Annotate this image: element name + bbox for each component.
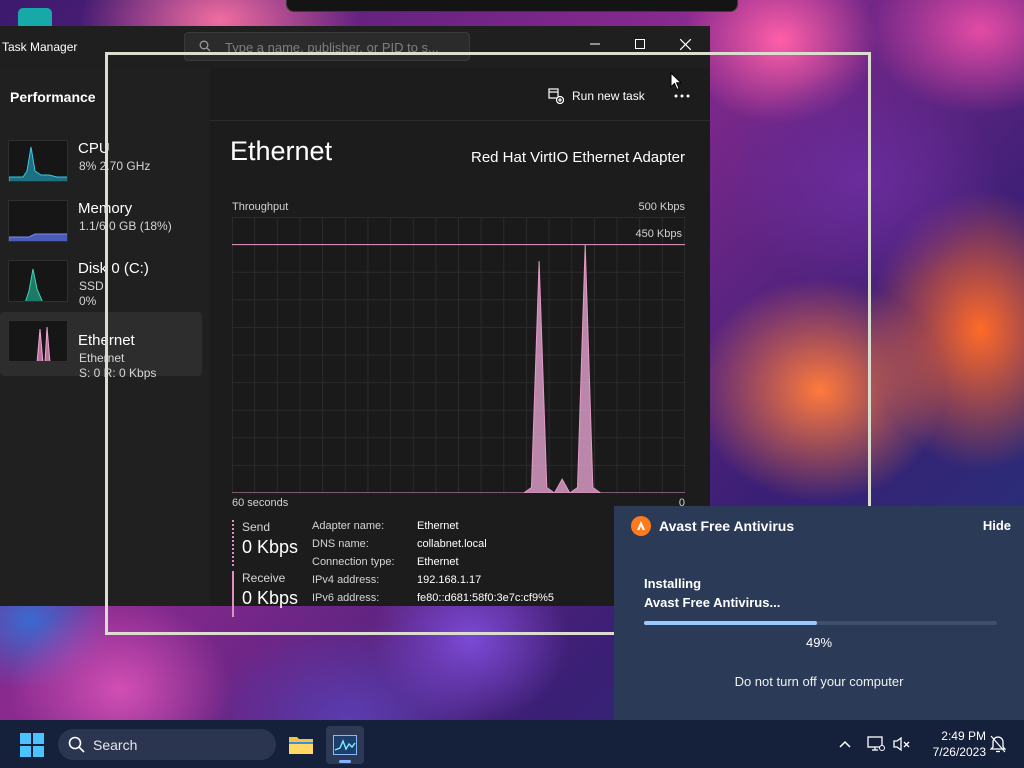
sidebar-item-label: Ethernet [78, 332, 135, 349]
close-button[interactable] [662, 30, 708, 58]
info-value: Ethernet [417, 520, 459, 532]
minimize-icon [590, 43, 600, 45]
task-manager-window: Task Manager Performance CPU 8% 2.70 GHz [0, 26, 710, 617]
taskbar: Search 2:49 PM 7/26/2023 [0, 720, 1024, 768]
ethernet-thumbnail [8, 320, 68, 362]
throughput-graph [232, 217, 685, 493]
info-value: 192.168.1.17 [417, 574, 482, 586]
install-status-line1: Installing [644, 576, 702, 591]
volume-muted-icon [893, 736, 910, 752]
task-manager-taskbar-button[interactable] [326, 726, 364, 764]
receive-label: Receive [242, 571, 286, 585]
show-hidden-icons-button[interactable] [835, 734, 855, 754]
send-value: 0 Kbps [242, 537, 299, 557]
sidebar-item-detail: 1.1/6.0 GB (18%) [79, 219, 172, 233]
info-value: fe80::d681:58f0:3e7c:cf9%5 [417, 592, 554, 604]
hide-button[interactable]: Hide [983, 518, 1011, 533]
install-status-line2: Avast Free Antivirus... [644, 595, 781, 610]
sidebar-item-detail-2: S: 0 R: 0 Kbps [79, 366, 157, 380]
line-label: 450 Kbps [635, 228, 682, 240]
time-span-label: 60 seconds [232, 497, 289, 509]
start-button[interactable] [20, 733, 44, 757]
maximize-icon [635, 39, 645, 49]
disk-thumbnail [8, 260, 68, 302]
install-progress-fill [644, 621, 817, 625]
run-new-task-label: Run new task [572, 89, 645, 103]
search-icon [199, 40, 211, 52]
active-app-indicator [339, 760, 351, 763]
sidebar-heading: Performance [10, 89, 96, 105]
chevron-up-icon [839, 740, 851, 748]
windows-logo-icon [20, 733, 44, 757]
taskbar-search-label: Search [93, 737, 138, 753]
info-value: collabnet.local [417, 538, 487, 550]
performance-sidebar: Performance CPU 8% 2.70 GHz Memory 1.1/6… [0, 68, 210, 606]
network-status-button[interactable] [866, 734, 886, 754]
max-label: 500 Kbps [638, 201, 685, 213]
network-icon [867, 736, 885, 751]
sidebar-item-detail: Ethernet [79, 351, 125, 365]
more-icon [674, 94, 690, 98]
sidebar-item-detail: SSD [79, 279, 104, 293]
sidebar-item-detail: 8% 2.70 GHz [79, 159, 151, 173]
window-title: Task Manager [2, 40, 78, 54]
memory-thumbnail [8, 200, 68, 242]
info-key: Connection type: [312, 556, 395, 568]
taskbar-clock[interactable]: 2:49 PM 7/26/2023 [912, 728, 986, 760]
mouse-cursor-icon [670, 72, 682, 91]
sidebar-item-detail-2: 0% [79, 294, 97, 308]
file-explorer-button[interactable] [282, 726, 320, 764]
receive-stat: Receive 0 Kbps [232, 571, 312, 617]
install-warning: Do not turn off your computer [734, 674, 904, 689]
volume-button[interactable] [892, 734, 912, 754]
info-key: DNS name: [312, 538, 369, 550]
search-box[interactable] [184, 32, 470, 61]
run-new-task-button[interactable]: Run new task [548, 86, 645, 106]
clock-time: 2:49 PM [941, 729, 986, 743]
minimize-button[interactable] [572, 30, 618, 58]
sidebar-item-label: Disk 0 (C:) [78, 260, 149, 277]
notification-header: Avast Free Antivirus [631, 516, 794, 536]
run-task-icon [548, 88, 564, 104]
install-progress-bar [644, 621, 997, 625]
task-manager-icon [333, 735, 357, 755]
avast-install-notification: Avast Free Antivirus Hide Installing Ava… [614, 506, 1024, 720]
install-status: Installing Avast Free Antivirus... [644, 574, 780, 612]
folder-icon [289, 737, 313, 754]
adapter-name: Red Hat VirtIO Ethernet Adapter [470, 149, 685, 166]
receive-value: 0 Kbps [242, 588, 299, 608]
sidebar-item-disk[interactable]: Disk 0 (C:) SSD 0% [0, 252, 202, 316]
send-label: Send [242, 520, 271, 534]
send-stat: Send 0 Kbps [232, 520, 312, 566]
info-value: Ethernet [417, 556, 459, 568]
info-key: IPv6 address: [312, 592, 380, 604]
taskbar-search[interactable]: Search [58, 729, 276, 760]
sidebar-item-label: CPU [78, 140, 110, 157]
sidebar-item-memory[interactable]: Memory 1.1/6.0 GB (18%) [0, 192, 202, 256]
top-window-edge [286, 0, 738, 12]
throughput-label: Throughput [232, 201, 289, 213]
info-key: Adapter name: [312, 520, 385, 532]
sidebar-item-ethernet[interactable]: Ethernet Ethernet S: 0 R: 0 Kbps [0, 312, 202, 380]
divider [210, 120, 710, 121]
detail-title: Ethernet [230, 136, 333, 166]
notification-app-name: Avast Free Antivirus [659, 518, 795, 534]
info-key: IPv4 address: [312, 574, 380, 586]
clock-date: 7/26/2023 [932, 745, 986, 759]
title-bar: Task Manager [0, 26, 710, 68]
maximize-button[interactable] [617, 30, 663, 58]
sidebar-item-cpu[interactable]: CPU 8% 2.70 GHz [0, 132, 202, 196]
notification-bell-icon [990, 735, 1006, 753]
install-progress-percent: 49% [805, 635, 833, 650]
search-icon [68, 736, 85, 753]
avast-logo-icon [631, 516, 651, 536]
close-icon [679, 38, 691, 50]
notifications-button[interactable] [988, 734, 1008, 754]
sidebar-item-label: Memory [78, 200, 133, 217]
cpu-thumbnail [8, 140, 68, 182]
search-input[interactable] [225, 37, 461, 57]
